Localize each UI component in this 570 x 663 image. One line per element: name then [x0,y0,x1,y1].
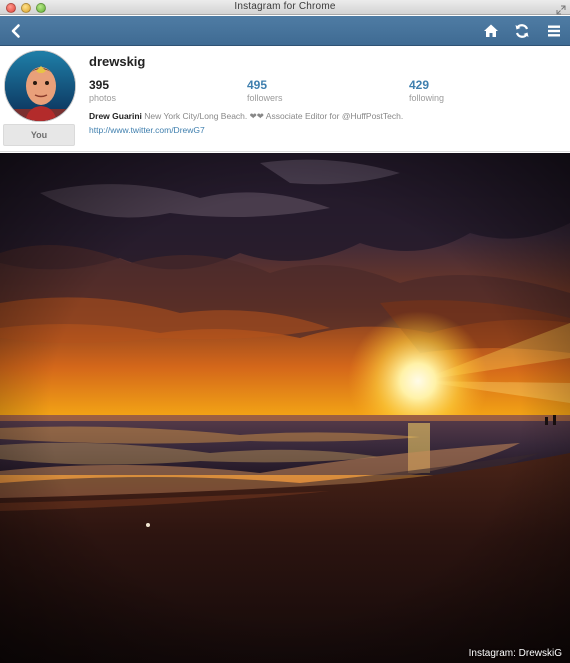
followers-count: 495 [247,78,268,92]
profile-website-link[interactable]: http://www.twitter.com/DrewG7 [89,125,205,135]
bio-full-name: Drew Guarini [89,111,142,121]
app-navbar [0,16,570,46]
profile-username: drewskig [89,54,146,69]
menu-button[interactable] [544,21,564,41]
window-title: Instagram for Chrome [234,1,336,12]
chevron-left-icon [11,24,20,38]
hamburger-menu-icon [548,25,560,37]
bio-text: New York City/Long Beach. ❤❤ Associate E… [141,111,404,121]
profile-bio: Drew Guarini New York City/Long Beach. ❤… [89,111,403,122]
you-button[interactable]: You [3,124,75,146]
photos-label: photos [89,93,117,103]
fullscreen-icon[interactable] [556,2,566,15]
stat-following[interactable]: 429 following [409,78,444,103]
following-count: 429 [409,78,430,92]
sunset-beach-image [0,153,570,663]
avatar[interactable] [4,50,76,122]
back-button[interactable] [6,21,26,41]
followers-label: followers [247,93,283,103]
refresh-button[interactable] [512,21,532,41]
window-titlebar: Instagram for Chrome [0,0,570,15]
home-button[interactable] [481,21,501,41]
stat-photos[interactable]: 395 photos [89,78,116,103]
home-icon [484,24,498,37]
photos-count: 395 [89,78,110,92]
following-label: following [409,93,445,103]
profile-photo-post[interactable]: Instagram: DrewskiG [0,153,570,663]
photo-credit: Instagram: DrewskiG [468,648,562,659]
profile-header: You drewskig 395 photos 495 followers 42… [0,47,570,152]
refresh-icon [515,24,529,38]
stat-followers[interactable]: 495 followers [247,78,283,103]
